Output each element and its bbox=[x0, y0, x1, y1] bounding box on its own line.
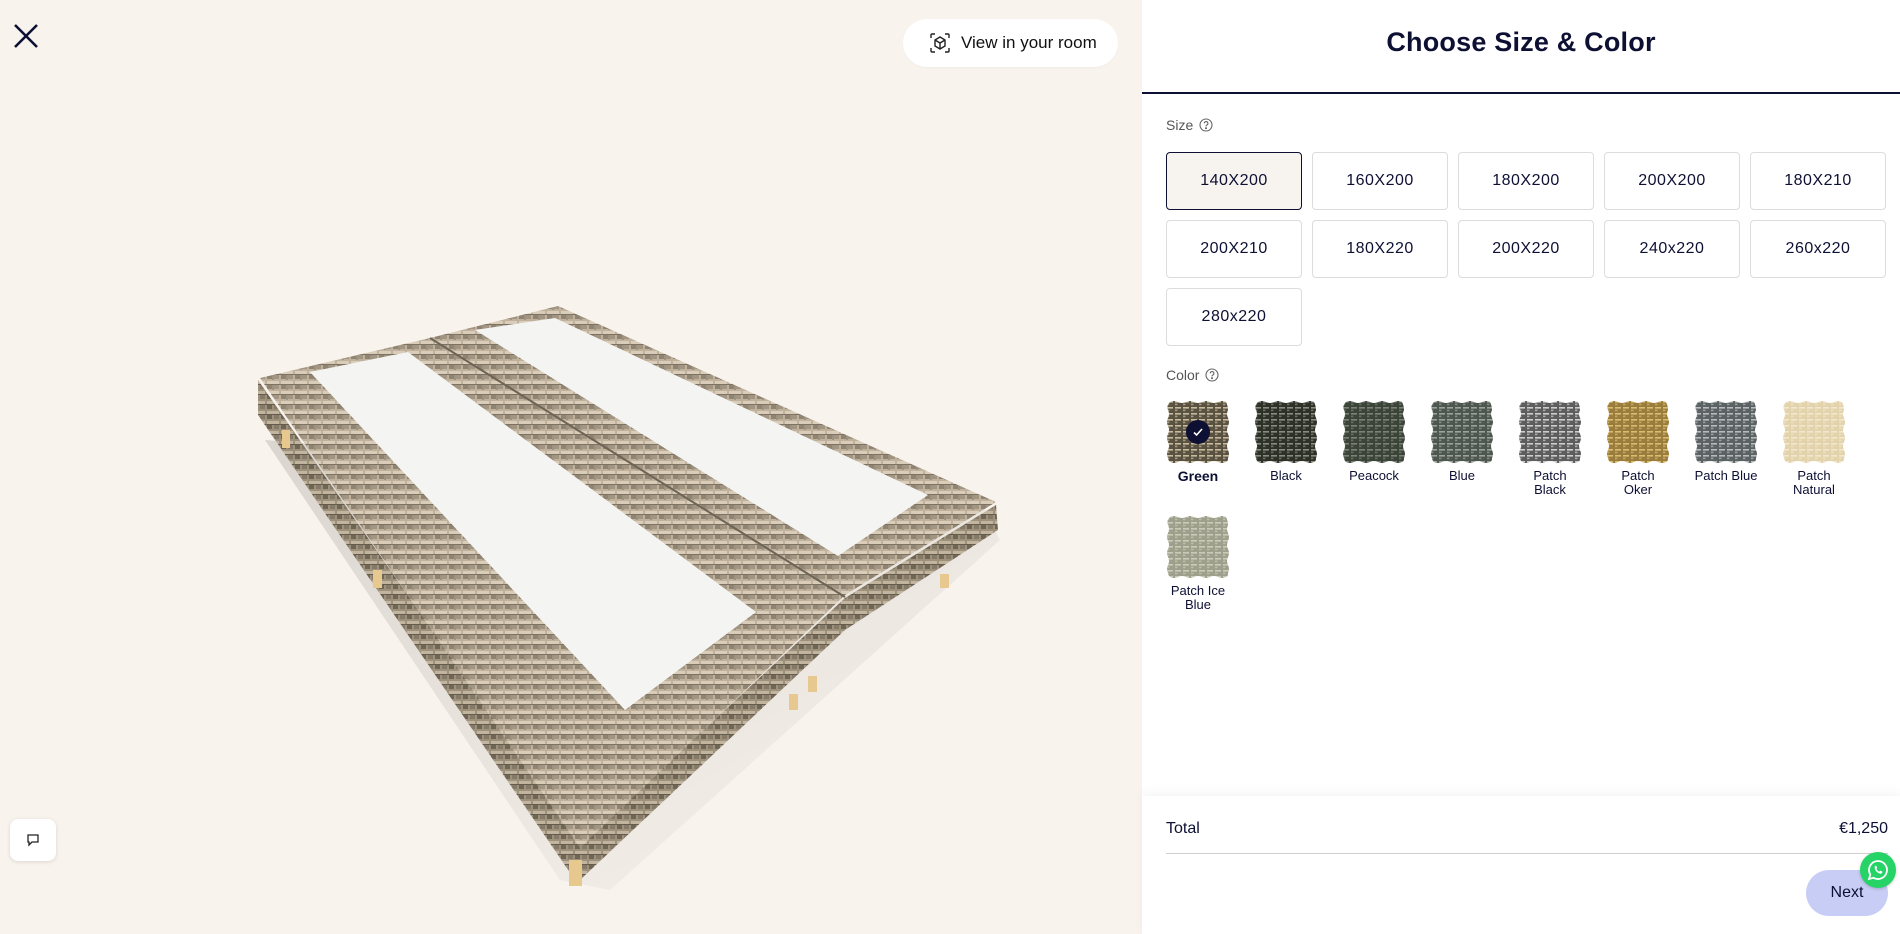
swatch-image bbox=[1606, 400, 1670, 464]
swatch-image bbox=[1342, 400, 1406, 464]
size-option-140x200[interactable]: 140X200 bbox=[1166, 152, 1302, 210]
color-swatch-patch-blue[interactable]: Patch Blue bbox=[1694, 400, 1758, 497]
swatch-label: Blue bbox=[1448, 468, 1476, 483]
size-option-260x220[interactable]: 260x220 bbox=[1750, 220, 1886, 278]
chat-button[interactable] bbox=[10, 819, 56, 861]
size-section-label: Size bbox=[1166, 117, 1213, 133]
close-button[interactable] bbox=[10, 20, 42, 52]
color-label: Color bbox=[1166, 367, 1200, 383]
color-swatch-blue[interactable]: Blue bbox=[1430, 400, 1494, 497]
size-option-180x200[interactable]: 180X200 bbox=[1458, 152, 1594, 210]
swatch-image bbox=[1782, 400, 1846, 464]
close-icon bbox=[14, 24, 38, 48]
panel-header: Choose Size & Color bbox=[1142, 0, 1900, 94]
panel-title: Choose Size & Color bbox=[1386, 26, 1656, 57]
bed-3d-render[interactable] bbox=[0, 0, 1142, 934]
swatch-label: Patch Oker bbox=[1621, 468, 1655, 497]
size-option-180x220[interactable]: 180X220 bbox=[1312, 220, 1448, 278]
view-in-room-label: View in your room bbox=[961, 33, 1097, 52]
ar-cube-icon bbox=[929, 32, 951, 54]
help-circle-icon[interactable] bbox=[1205, 368, 1220, 382]
swatch-image bbox=[1694, 400, 1758, 464]
help-circle-icon[interactable] bbox=[1199, 118, 1213, 132]
swatch-label: Patch Blue bbox=[1694, 468, 1758, 483]
swatch-label: Patch Black bbox=[1533, 468, 1567, 497]
whatsapp-button[interactable] bbox=[1860, 852, 1896, 888]
size-label: Size bbox=[1166, 117, 1194, 133]
swatch-label: Patch Ice Blue bbox=[1170, 583, 1226, 612]
size-option-240x220[interactable]: 240x220 bbox=[1604, 220, 1740, 278]
configurator-panel: Choose Size & Color Size 140X200 160X200 1… bbox=[1142, 0, 1900, 934]
total-label: Total bbox=[1166, 820, 1200, 837]
swatch-image bbox=[1254, 400, 1318, 464]
size-option-200x210[interactable]: 200X210 bbox=[1166, 220, 1302, 278]
order-footer: Total €1,250 Next bbox=[1142, 796, 1900, 934]
color-swatch-patch-natural[interactable]: Patch Natural bbox=[1782, 400, 1846, 497]
swatch-label: Black bbox=[1270, 468, 1302, 483]
product-viewer[interactable]: View in your room bbox=[0, 0, 1142, 934]
swatch-image bbox=[1430, 400, 1494, 464]
whatsapp-icon bbox=[1867, 860, 1888, 881]
color-swatch-peacock[interactable]: Peacock bbox=[1342, 400, 1406, 497]
chat-icon bbox=[27, 834, 39, 847]
total-value: €1,250 bbox=[1839, 820, 1888, 837]
check-icon bbox=[1186, 420, 1210, 444]
swatch-label: Patch Natural bbox=[1793, 468, 1835, 497]
swatch-label: Green bbox=[1177, 468, 1219, 484]
size-option-280x220[interactable]: 280x220 bbox=[1166, 288, 1302, 346]
color-swatch-patch-oker[interactable]: Patch Oker bbox=[1606, 400, 1670, 497]
swatch-image bbox=[1166, 400, 1230, 464]
color-swatch-green[interactable]: Green bbox=[1166, 400, 1230, 497]
color-swatch-patch-ice-blue[interactable]: Patch Ice Blue bbox=[1166, 515, 1230, 612]
divider bbox=[1166, 853, 1888, 854]
color-swatch-black[interactable]: Black bbox=[1254, 400, 1318, 497]
size-options: 140X200 160X200 180X200 200X200 180X210 200X2… bbox=[1166, 152, 1888, 346]
size-option-200x220[interactable]: 200X220 bbox=[1458, 220, 1594, 278]
size-option-180x210[interactable]: 180X210 bbox=[1750, 152, 1886, 210]
swatch-image bbox=[1166, 515, 1230, 579]
color-options: Green Black Peacock Blue Patch Black Patch Ok… bbox=[1166, 400, 1888, 612]
color-section-label: Color bbox=[1166, 367, 1220, 383]
size-option-200x200[interactable]: 200X200 bbox=[1604, 152, 1740, 210]
total-row: Total €1,250 bbox=[1166, 820, 1888, 838]
swatch-label: Peacock bbox=[1349, 468, 1399, 483]
view-in-room-button[interactable]: View in your room bbox=[903, 19, 1118, 67]
size-option-160x200[interactable]: 160X200 bbox=[1312, 152, 1448, 210]
swatch-image bbox=[1518, 400, 1582, 464]
color-swatch-patch-black[interactable]: Patch Black bbox=[1518, 400, 1582, 497]
